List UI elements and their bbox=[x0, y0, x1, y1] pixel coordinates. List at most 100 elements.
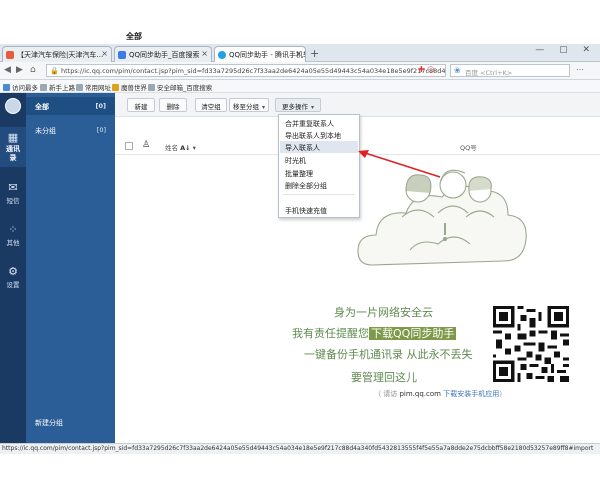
more-actions-menu: 合并重复联系人 导出联系人到本地 导入联系人 时光机 批量整理 删除全部分组 手… bbox=[278, 114, 360, 218]
avatar[interactable] bbox=[5, 98, 21, 114]
menu-item-export-contacts[interactable]: 导出联系人到本地 bbox=[280, 129, 358, 141]
bookmark-icon bbox=[40, 84, 47, 91]
promo-text: 我有责任提醒您 bbox=[292, 327, 369, 340]
qr-code-image bbox=[493, 305, 569, 383]
contacts-icon: ▦ bbox=[7, 131, 19, 144]
tab-label: QQ同步助手_百度搜索 bbox=[129, 51, 200, 59]
search-placeholder: 百度 <Ctrl+K> bbox=[465, 69, 513, 77]
grid-dots-icon: ⁘ bbox=[8, 223, 18, 236]
clear-group-button[interactable]: 清空组 bbox=[195, 98, 227, 112]
home-icon[interactable]: ⌂ bbox=[30, 65, 36, 75]
main-nav-sidebar: ▦ 通讯录 ✉ 短信 ⁘ 其他 ⚙ 设置 bbox=[0, 93, 26, 443]
tab-close-icon[interactable]: × bbox=[201, 49, 208, 58]
nav-label: 设置 bbox=[6, 281, 20, 289]
nav-label: 通讯录 bbox=[6, 145, 20, 162]
group-count: [0] bbox=[95, 102, 106, 110]
bookmark-icon bbox=[76, 84, 83, 91]
bookmarks-bar: 访问最多 新手上路 常用网址 魔兽世界 安全邮箱_百度搜索 bbox=[0, 80, 600, 93]
bookmark-label: 常用网址 bbox=[85, 84, 111, 92]
address-security-icons[interactable]: ✚ ⬡ bbox=[418, 65, 434, 74]
address-bar[interactable]: 🔒 https://ic.qq.com/pim/contact.jsp?pim_… bbox=[46, 64, 446, 77]
browser-status-bar: https://ic.qq.com/pim/contact.jsp?pim_si… bbox=[0, 443, 600, 454]
window-controls[interactable]: — ▢ ✕ bbox=[535, 45, 596, 55]
gear-icon: ⚙ bbox=[8, 265, 18, 278]
browser-tab-car-insurance[interactable]: 【天津汽车保险|天津汽车… × bbox=[2, 46, 112, 62]
download-app-link[interactable]: 下载安装手机应用 bbox=[443, 390, 499, 398]
promo-highlight[interactable]: 下载QQ同步助手 bbox=[369, 327, 457, 340]
qq-column-header: QQ号 bbox=[460, 144, 477, 152]
name-column-header[interactable]: 姓名 A↓ ▾ bbox=[165, 142, 196, 152]
bookmark-common-sites[interactable]: 常用网址 bbox=[76, 82, 111, 92]
bookmark-secure-mail[interactable]: 安全邮箱_百度搜索 bbox=[148, 82, 212, 92]
promo-line-4: 要管理回这儿 bbox=[351, 371, 417, 384]
group-label: 未分组 bbox=[35, 127, 56, 135]
person-icon: ♙ bbox=[142, 140, 151, 150]
bookmark-icon bbox=[148, 84, 155, 91]
promo-line-1: 身为一片网络安全云 bbox=[334, 306, 433, 319]
envelope-icon: ✉ bbox=[8, 181, 18, 194]
new-tab-button[interactable]: + bbox=[310, 47, 319, 60]
search-engine-icon: ❀ bbox=[454, 66, 461, 75]
screenshot: 【天津汽车保险|天津汽车… × QQ同步助手_百度搜索 × QQ同步助手 - 腾… bbox=[0, 0, 600, 500]
back-icon[interactable]: ◀ bbox=[4, 65, 11, 75]
hint-text: ） bbox=[499, 390, 507, 398]
promo-line-2: 我有责任提醒您 下载QQ同步助手 bbox=[292, 325, 457, 341]
nav-contacts[interactable]: ▦ 通讯录 bbox=[0, 127, 26, 167]
sort-icon[interactable]: A↓ bbox=[180, 144, 190, 152]
cloud-people-illustration bbox=[357, 169, 527, 266]
more-actions-button[interactable]: 更多操作 ▾ bbox=[275, 98, 321, 112]
group-item-ungrouped[interactable]: 未分组 [0] bbox=[26, 121, 115, 139]
new-contact-button[interactable]: 新建 bbox=[127, 98, 155, 112]
browser-nav-bar: ◀ ▶ ⌂ 🔒 https://ic.qq.com/pim/contact.js… bbox=[0, 62, 600, 80]
chevron-down-icon: ▾ bbox=[261, 104, 265, 111]
bookmark-getting-started[interactable]: 新手上路 bbox=[40, 82, 75, 92]
select-all-checkbox[interactable] bbox=[125, 142, 133, 150]
menu-item-phone-recharge[interactable]: 手机快速充值 bbox=[280, 204, 358, 216]
hint-text: （ 请访 bbox=[374, 390, 398, 398]
browser-tab-strip: 【天津汽车保险|天津汽车… × QQ同步助手_百度搜索 × QQ同步助手 - 腾… bbox=[0, 44, 600, 62]
menu-item-batch-organize[interactable]: 批量整理 bbox=[280, 167, 358, 179]
promo-line-3: 一键备份手机通讯录 从此永不丢失 bbox=[304, 348, 473, 361]
bookmark-label: 访问最多 bbox=[12, 84, 38, 92]
browser-tab-qq-sync[interactable]: QQ同步助手 - 腾讯手机软… × bbox=[214, 46, 306, 62]
bookmark-label: 安全邮箱_百度搜索 bbox=[157, 84, 213, 92]
download-hint: （ 请访 pim.qq.com 下载安装手机应用） bbox=[374, 389, 506, 399]
menu-divider bbox=[283, 194, 355, 195]
lock-icon: 🔒 bbox=[50, 67, 59, 75]
group-item-all[interactable]: 全部 [0] bbox=[26, 97, 115, 115]
bookmark-most-visited[interactable]: 访问最多 bbox=[3, 82, 38, 92]
tab-favicon-icon bbox=[6, 51, 14, 59]
menu-item-import-contacts[interactable]: 导入联系人 bbox=[280, 141, 358, 153]
add-group-icon[interactable]: + bbox=[122, 416, 130, 427]
tab-close-icon[interactable]: × bbox=[295, 49, 302, 58]
bookmark-wow[interactable]: 魔兽世界 bbox=[112, 82, 147, 92]
nav-other[interactable]: ⁘ 其他 bbox=[0, 223, 26, 251]
search-box[interactable]: ❀ 百度 <Ctrl+K> bbox=[450, 64, 570, 77]
nav-label: 其他 bbox=[6, 239, 20, 247]
forward-icon[interactable]: ▶ bbox=[16, 65, 23, 75]
move-to-group-button[interactable]: 移至分组 ▾ bbox=[229, 98, 269, 112]
nav-settings[interactable]: ⚙ 设置 bbox=[0, 265, 26, 293]
nav-sms[interactable]: ✉ 短信 bbox=[0, 181, 26, 209]
browser-tab-baidu[interactable]: QQ同步助手_百度搜索 × bbox=[114, 46, 212, 62]
column-label: 姓名 bbox=[165, 144, 178, 152]
menu-item-time-machine[interactable]: 时光机 bbox=[280, 154, 358, 166]
top-margin bbox=[0, 0, 600, 44]
group-count: [0] bbox=[96, 126, 106, 134]
group-panel: 全部 [0] 未分组 [0] 新建分组 + bbox=[26, 93, 130, 443]
chevron-down-icon: ▾ bbox=[310, 104, 314, 111]
nav-label: 短信 bbox=[6, 197, 20, 205]
more-icon[interactable]: ⋯ bbox=[576, 65, 584, 74]
group-label: 全部 bbox=[35, 103, 49, 111]
button-label: 移至分组 bbox=[232, 103, 259, 111]
tab-close-icon[interactable]: × bbox=[101, 49, 108, 58]
tab-favicon-icon bbox=[218, 51, 226, 59]
delete-button[interactable]: 删除 bbox=[159, 98, 187, 112]
chevron-down-icon: ▾ bbox=[192, 144, 196, 152]
menu-item-delete-all-groups[interactable]: 删除全部分组 bbox=[280, 179, 358, 191]
hint-url: pim.qq.com bbox=[399, 390, 441, 398]
menu-item-merge-duplicates[interactable]: 合并重复联系人 bbox=[280, 117, 358, 129]
new-group-link[interactable]: 新建分组 bbox=[35, 418, 63, 428]
bookmark-icon bbox=[3, 84, 10, 91]
bookmark-icon bbox=[112, 84, 119, 91]
